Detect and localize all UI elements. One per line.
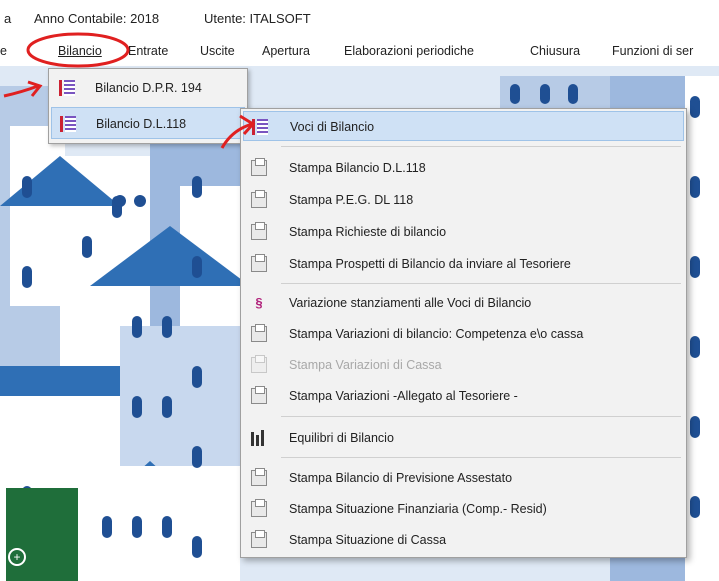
green-panel: +: [6, 488, 78, 581]
menu-bar: e Bilancio Entrate Uscite Apertura Elabo…: [0, 38, 719, 66]
ledger-icon: [59, 80, 75, 96]
menu-item-label: Bilancio D.L.118: [96, 117, 187, 131]
print-icon: [251, 254, 267, 272]
menu-separator: [281, 416, 681, 417]
submenu-item-label: Stampa Bilancio di Previsione Assestato: [289, 471, 513, 485]
submenu-item-label: Stampa Prospetti di Bilancio da inviare …: [289, 257, 571, 271]
menu-item-apertura[interactable]: Apertura: [262, 44, 310, 58]
submenu-item-stampa-bilancio-dl118[interactable]: Stampa Bilancio D.L.118: [243, 153, 684, 183]
menu-item-bilancio-dpr-194[interactable]: Bilancio D.P.R. 194: [51, 72, 245, 104]
add-circle-icon[interactable]: +: [8, 548, 26, 566]
print-icon: [251, 190, 267, 208]
menu-item-label: Bilancio D.P.R. 194: [95, 81, 202, 95]
bilancio-dl118-submenu: Voci di Bilancio Stampa Bilancio D.L.118…: [240, 108, 687, 558]
ledger-icon: [252, 119, 268, 135]
print-icon: [251, 222, 267, 240]
submenu-item-voci-di-bilancio[interactable]: Voci di Bilancio: [243, 111, 684, 141]
submenu-item-stampa-situazione-cassa[interactable]: Stampa Situazione di Cassa: [243, 525, 684, 555]
submenu-item-stampa-bilancio-previsione[interactable]: Stampa Bilancio di Previsione Assestato: [243, 463, 684, 493]
menu-item-bilancio[interactable]: Bilancio: [58, 44, 102, 58]
submenu-item-label: Stampa Variazioni di Cassa: [289, 358, 442, 372]
menu-item-funzioni-di-servizio[interactable]: Funzioni di ser: [612, 44, 693, 58]
print-icon: [251, 386, 267, 404]
menu-item-elaborazioni-periodiche[interactable]: Elaborazioni periodiche: [344, 44, 474, 58]
submenu-item-label: Stampa P.E.G. DL 118: [289, 193, 414, 207]
title-prefix: a: [4, 11, 12, 26]
menu-separator: [281, 146, 681, 147]
submenu-item-stampa-peg[interactable]: Stampa P.E.G. DL 118: [243, 185, 684, 215]
print-icon: [251, 324, 267, 342]
menu-item-entrate[interactable]: Entrate: [128, 44, 168, 58]
bar-chart-icon: [251, 430, 267, 446]
submenu-item-stampa-richieste[interactable]: Stampa Richieste di bilancio: [243, 217, 684, 247]
submenu-item-label: Stampa Situazione di Cassa: [289, 533, 447, 547]
variation-icon: §: [255, 295, 263, 310]
submenu-item-stampa-variazioni-allegato[interactable]: Stampa Variazioni -Allegato al Tesoriere…: [243, 381, 684, 411]
submenu-item-label: Stampa Bilancio D.L.118: [289, 161, 426, 175]
submenu-item-label: Voci di Bilancio: [290, 120, 375, 134]
submenu-item-stampa-prospetti[interactable]: Stampa Prospetti di Bilancio da inviare …: [243, 249, 684, 279]
menu-item-truncated[interactable]: e: [0, 44, 7, 58]
submenu-item-variazione-stanziamenti[interactable]: § Variazione stanziamenti alle Voci di B…: [243, 288, 684, 318]
print-icon: [251, 158, 267, 176]
submenu-item-label: Variazione stanziamenti alle Voci di Bil…: [289, 296, 532, 310]
submenu-item-label: Stampa Richieste di bilancio: [289, 225, 447, 239]
print-icon: [251, 499, 267, 517]
bilancio-dropdown-menu: Bilancio D.P.R. 194 Bilancio D.L.118: [48, 68, 248, 144]
print-icon: [251, 530, 267, 548]
submenu-item-label: Equilibri di Bilancio: [289, 431, 394, 445]
submenu-item-stampa-situazione-finanziaria[interactable]: Stampa Situazione Finanziaria (Comp.- Re…: [243, 494, 684, 524]
submenu-item-label: Stampa Variazioni -Allegato al Tesoriere…: [289, 389, 518, 403]
menu-item-uscite[interactable]: Uscite: [200, 44, 235, 58]
submenu-item-label: Stampa Situazione Finanziaria (Comp.- Re…: [289, 502, 547, 516]
accounting-year: Anno Contabile: 2018: [34, 11, 160, 26]
title-bar: a Anno Contabile: 2018 Utente: ITALSOFT: [0, 0, 719, 38]
menu-item-bilancio-dl-118[interactable]: Bilancio D.L.118: [51, 107, 245, 139]
print-icon: [251, 468, 267, 486]
submenu-item-stampa-variazioni-cassa: Stampa Variazioni di Cassa: [243, 350, 684, 380]
submenu-item-label: Stampa Variazioni di bilancio: Competenz…: [289, 327, 584, 341]
ledger-icon: [60, 116, 76, 132]
submenu-item-equilibri-di-bilancio[interactable]: Equilibri di Bilancio: [243, 423, 684, 453]
submenu-item-stampa-variazioni-bilancio[interactable]: Stampa Variazioni di bilancio: Competenz…: [243, 319, 684, 349]
menu-item-chiusura[interactable]: Chiusura: [530, 44, 580, 58]
current-user: Utente: ITALSOFT: [204, 11, 311, 26]
menu-separator: [281, 457, 681, 458]
print-icon: [251, 355, 267, 373]
menu-separator: [281, 283, 681, 284]
